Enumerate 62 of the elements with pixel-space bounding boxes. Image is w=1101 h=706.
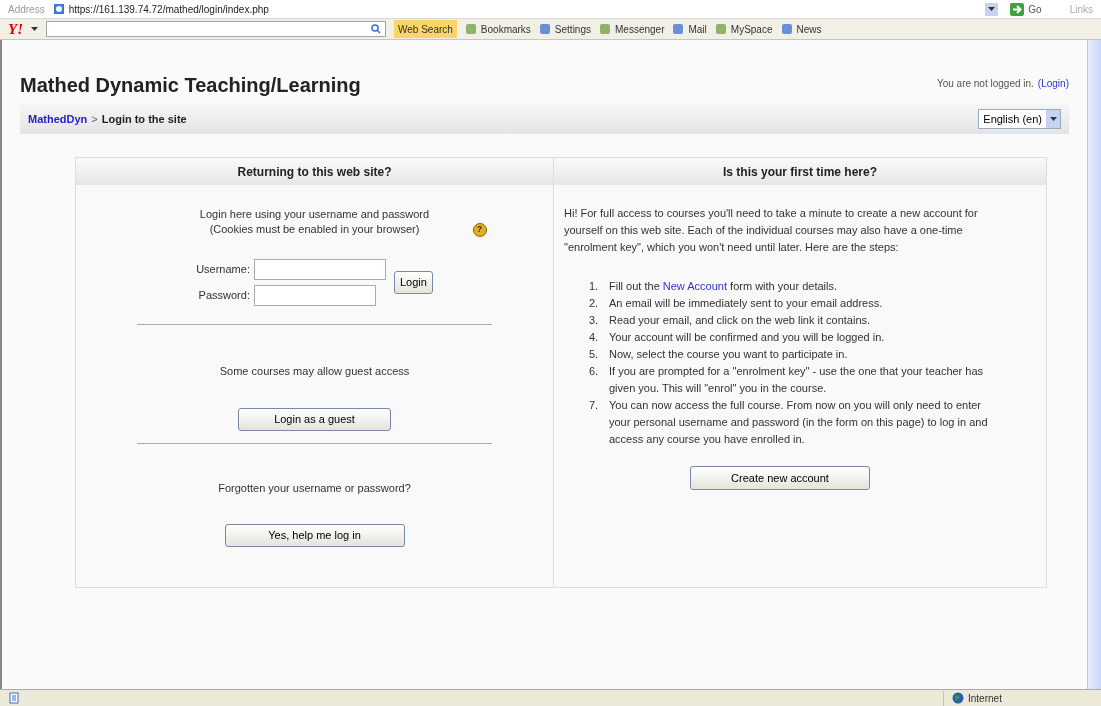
step-text: You can now access the full course. From now on you will only need to enter your personal username and password (in the form on this page) to log in and access any course you have enrolled in. [609,398,989,447]
username-field[interactable] [253,259,386,280]
welcome-paragraph: Hi! For full access to courses you'll need to take a minute to create a new account for yourself on this web site. Each of the individual courses may also have a one-time "enrolment key", which you won't need until later. Here are the steps: [564,206,979,255]
search-icon [371,24,381,34]
new-account-link[interactable]: New Account [662,280,727,292]
forgotten-password-text: Forgotten your username or password? [218,480,411,496]
forgotten-password-button[interactable]: Yes, help me log in [224,524,405,547]
security-zone: Internet [968,691,1002,706]
step-number: 3. [589,313,600,328]
toolbar-icon [780,23,793,35]
caret-icon [988,7,996,11]
step-text: Fill out the New Account form with your details. [609,279,838,294]
create-account-button[interactable]: Create new account [690,466,870,490]
login-link[interactable]: (Login) [1037,76,1069,91]
guest-login-button[interactable]: Login as a guest [238,407,391,431]
password-label: Password: [197,288,250,304]
step-number: 6. [589,364,600,379]
step-text: An email will be immediately sent to your email address. [609,296,883,311]
web-search-button[interactable]: Web Search [394,20,457,38]
toolbar-button[interactable]: Mail [672,21,707,37]
breadcrumb-link[interactable]: MathedDyn [28,110,88,128]
address-field[interactable]: https://161.139.74.72/mathed/login/index.php [48,1,1003,17]
page-icon [8,692,20,704]
toolbar-button[interactable]: MySpace [714,21,773,37]
toolbar-icon [714,23,727,35]
language-select[interactable]: English (en) [978,109,1061,129]
toolbar-button[interactable]: Bookmarks [464,21,531,37]
toolbar-icon [464,23,477,35]
caret-icon [31,27,38,31]
toolbar-button[interactable]: News [780,21,822,37]
step-text: Your account will be confirmed and you will be logged in. [609,330,885,345]
page-icon [52,3,65,15]
breadcrumb-current: Login to the site [101,111,187,127]
step-number: 1. [589,279,600,294]
toolbar-icon [599,23,611,35]
step-number: 4. [589,330,600,345]
step-number: 7. [589,398,600,413]
login-status: You are not logged in. [936,77,1034,91]
scrollbar[interactable] [1087,40,1101,689]
help-icon[interactable]: ? [472,223,487,237]
toolbar-button[interactable]: Messenger [599,21,665,37]
yahoo-logo[interactable]: Y! [8,21,23,37]
toolbar-button[interactable]: Settings [538,21,591,37]
step-number: 2. [589,296,600,311]
username-label: Username: [196,262,250,278]
login-button[interactable]: Login [393,271,433,294]
caret-icon [1049,117,1057,121]
globe-icon [952,692,964,704]
go-button[interactable]: Go [1006,1,1046,17]
toolbar-icon [538,23,551,35]
step-text: If you are prompted for a "enrolment key" - use the one that your teacher has given you. This will "enrol" you in the course. [609,364,985,396]
guest-access-text: Some courses may allow guest access [219,364,410,379]
step-text: Read your email, and click on the web link it contains. [609,313,871,328]
step-text: Now, select the course you want to participate in. [609,347,848,362]
toolbar-search-field[interactable] [46,21,386,37]
password-field[interactable] [253,285,376,306]
toolbar-icon [672,23,685,35]
site-title: Mathed Dynamic Teaching/Learning [20,73,361,98]
step-number: 5. [589,347,600,362]
login-instructions: Login here using your username and password (Cookies must be enabled in your browser) [199,207,430,237]
breadcrumb-separator: > [91,111,98,127]
address-label: Address [8,2,45,17]
